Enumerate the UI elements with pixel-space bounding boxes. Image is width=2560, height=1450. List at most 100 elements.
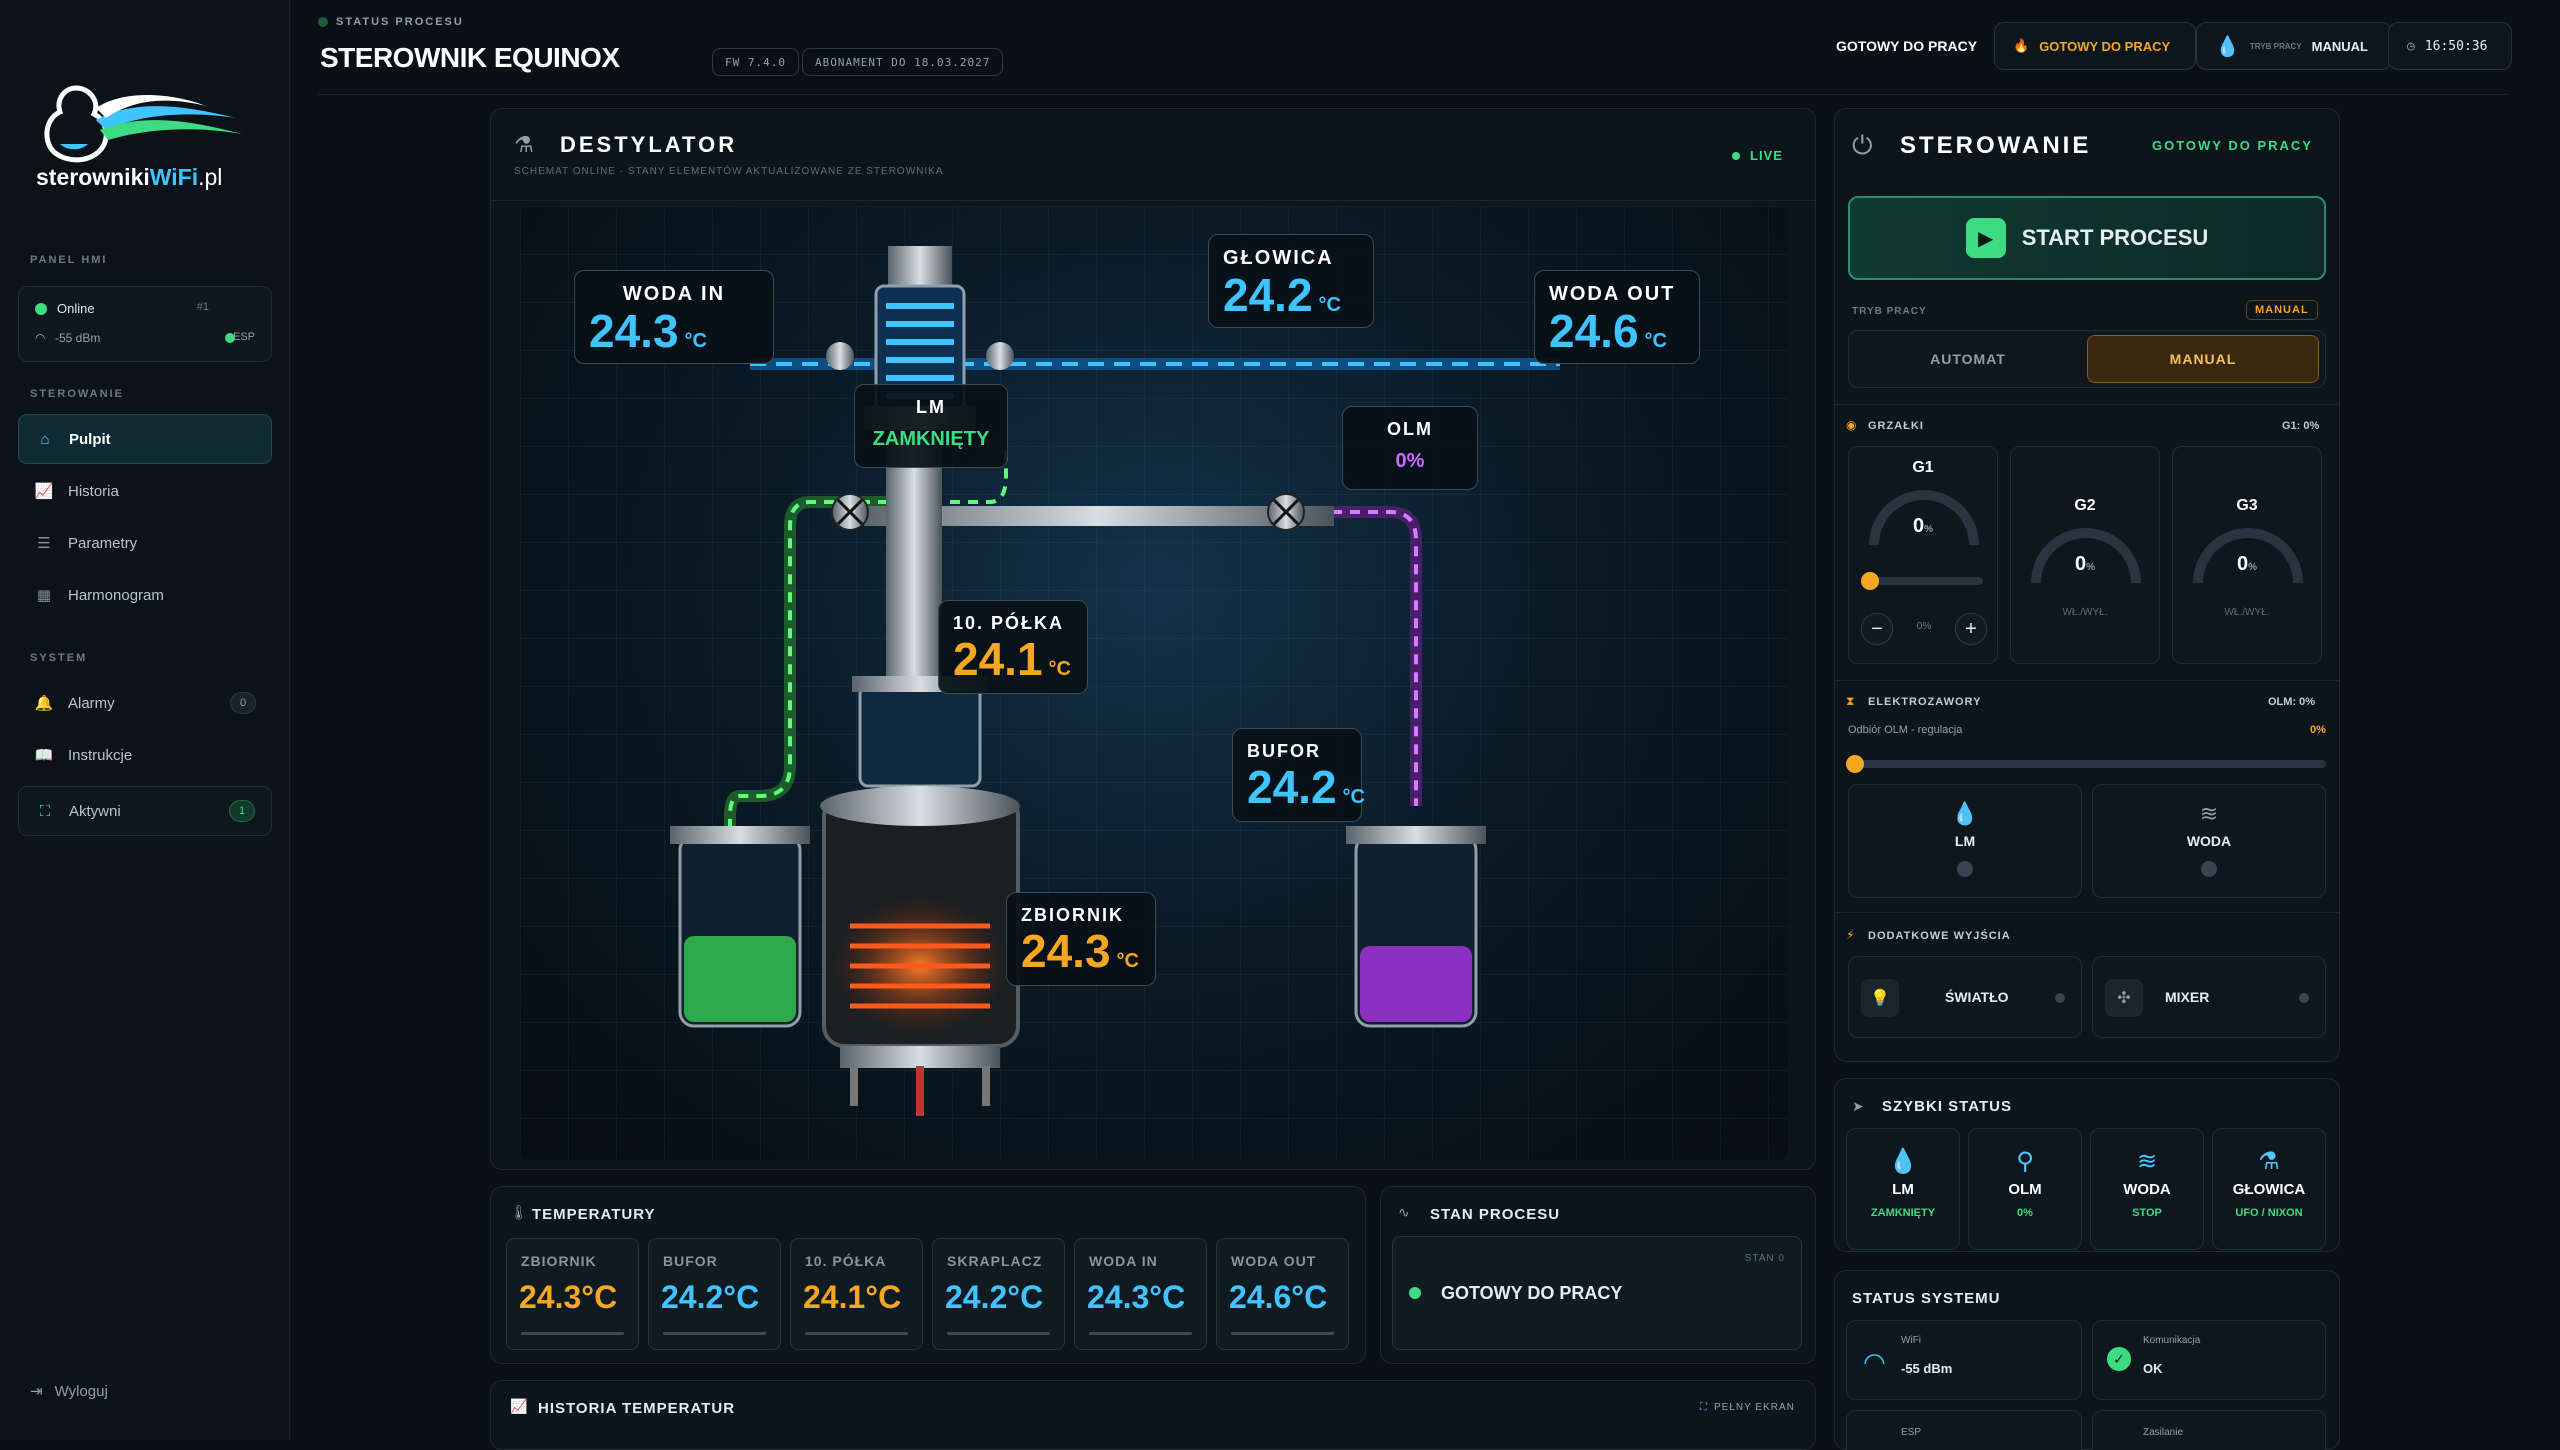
label-zbiornik-value: 24.3 °C	[1021, 925, 1139, 977]
mode-toggle: AUTOMAT MANUAL	[1848, 330, 2326, 388]
label-bufor-value: 24.2 °C	[1247, 761, 1365, 813]
wifi-value: -55 dBm	[1901, 1361, 1953, 1376]
temperature-card-bar	[1231, 1332, 1334, 1335]
heater-g3-value: 0%	[2236, 553, 2258, 575]
quick-status-title: SZYBKI STATUS	[1882, 1098, 2012, 1115]
mode-auto-button[interactable]: AUTOMAT	[1853, 335, 2083, 383]
temperature-card-bar	[1089, 1332, 1192, 1335]
temperature-card-bar	[663, 1332, 766, 1335]
valve-icon: ⧗	[1846, 694, 1855, 708]
nav-label: Aktywni	[69, 802, 121, 820]
nav-instrukcje[interactable]: 📖 Instrukcje	[18, 730, 272, 780]
panel-divider	[490, 200, 1816, 201]
nav-historia[interactable]: 📈 Historia	[18, 466, 272, 516]
nav-label: Instrukcje	[68, 746, 133, 764]
valve-woda-toggle[interactable]: ≋ WODA	[2092, 784, 2326, 898]
panel-hmi-label: PANEL HMI	[30, 254, 108, 266]
quick-status-state: ZAMKNIĘTY	[1870, 1207, 1936, 1219]
output-light-label: ŚWIATŁO	[1945, 989, 2009, 1005]
temperature-card-name: WODA OUT	[1231, 1253, 1317, 1269]
temperature-card-name: 10. PÓŁKA	[805, 1253, 887, 1269]
heater-g2-sub: WŁ./WYŁ.	[2062, 607, 2108, 618]
logout-label: Wyloguj	[54, 1382, 108, 1400]
nav-pulpit[interactable]: ⌂ Pulpit	[18, 414, 272, 464]
valve-lm-toggle[interactable]: 💧 LM	[1848, 784, 2082, 898]
temperature-card: ZBIORNIK 24.3°C	[506, 1238, 639, 1350]
fullscreen-icon: ⛶	[1700, 1402, 1708, 1413]
start-process-label: START PROCESU	[2021, 225, 2209, 250]
divider	[1834, 680, 2340, 681]
page-title: STEROWNIK EQUINOX	[320, 42, 620, 73]
temperature-card-name: ZBIORNIK	[521, 1253, 597, 1269]
heater-g3-card[interactable]: G3 0% WŁ./WYŁ.	[2172, 446, 2322, 664]
heater-g2-name: G2	[2074, 497, 2096, 514]
slider-thumb[interactable]	[1846, 755, 1864, 773]
nav-aktywni[interactable]: ⛶ Aktywni 1	[18, 786, 272, 836]
label-polka: 10. PÓŁKA 24.1 °C	[938, 600, 1088, 694]
label-woda-in-value: 24.3 °C	[589, 305, 707, 357]
olm-slider[interactable]	[1846, 755, 2326, 773]
control-section-label: STEROWANIE	[30, 388, 124, 400]
ready-text: GOTOWY DO PRACY	[1836, 38, 1978, 54]
mode-chip[interactable]: 💧 TRYB PRACY MANUAL	[2196, 22, 2392, 70]
nav-alarmy[interactable]: 🔔 Alarmy 0	[18, 678, 272, 728]
temperature-card: 10. PÓŁKA 24.1°C	[790, 1238, 923, 1350]
nav-parametry[interactable]: ☰ Parametry	[18, 518, 272, 568]
fullscreen-button[interactable]: ⛶ PEŁNY EKRAN	[1700, 1402, 1795, 1413]
logout-link[interactable]: ⇥ Wyloguj	[30, 1382, 108, 1401]
send-icon: ➤	[1852, 1098, 1864, 1114]
drop-icon: 💧	[1888, 1148, 1918, 1175]
distiller-schematic: WODA IN 24.3 °C GŁOWICA 24.2 °C WODA OUT 2…	[520, 206, 1788, 1160]
flask-icon: ⚗	[2258, 1148, 2280, 1175]
waves-icon: ≋	[2199, 801, 2219, 826]
output-mixer-toggle[interactable]: ✣ MIXER	[2092, 956, 2326, 1038]
temperature-card-bar	[947, 1332, 1050, 1335]
temperature-card-value: 24.2°C	[661, 1279, 760, 1315]
temperature-card-bar	[805, 1332, 908, 1335]
temperature-card-name: SKRAPLACZ	[947, 1253, 1043, 1269]
nav-harmonogram[interactable]: ▦ Harmonogram	[18, 570, 272, 620]
wifi-status-card: ◠ WiFi -55 dBm	[1846, 1320, 2082, 1400]
nav-label: Alarmy	[68, 694, 115, 712]
wifi-icon: ◠	[1863, 1347, 1886, 1377]
heater-g1-slider[interactable]	[1861, 572, 1983, 590]
home-icon: ⌂	[40, 430, 50, 448]
label-woda-in: WODA IN 24.3 °C	[574, 270, 774, 364]
label-polka-value: 24.1 °C	[953, 633, 1071, 685]
destylator-subtitle: SCHEMAT ONLINE · STANY ELEMENTÓW AKTUALI…	[514, 166, 944, 177]
label-lm-value: ZAMKNIĘTY	[872, 428, 990, 450]
start-process-button[interactable]: ▶ START PROCESU	[1848, 196, 2326, 280]
nav-label: Pulpit	[69, 430, 111, 448]
valve-lm-indicator	[1957, 861, 1973, 877]
wifi-icon: ◠	[35, 331, 46, 345]
brand-logo-text: sterownikiWiFi.pl	[36, 164, 223, 190]
temperature-card-bar	[521, 1332, 624, 1335]
slider-thumb[interactable]	[1861, 572, 1879, 590]
bolt-icon: ⚡	[1846, 928, 1855, 942]
chart-line-icon: 📈	[510, 1398, 528, 1414]
label-woda-out-title: WODA OUT	[1549, 283, 1676, 305]
device-id: #1	[196, 301, 209, 313]
ready-status-chip: 🔥 GOTOWY DO PRACY	[1994, 22, 2196, 70]
label-lm-title: LM	[916, 397, 946, 417]
chart-icon: 📈	[34, 483, 54, 500]
mode-manual-button[interactable]: MANUAL	[2087, 335, 2319, 383]
output-light-toggle[interactable]: 💡 ŚWIATŁO	[1848, 956, 2082, 1038]
heaters-summary: G1: 0%	[2282, 420, 2320, 432]
nav-label: Historia	[68, 482, 119, 500]
bulb-icon: 💡	[1861, 979, 1899, 1017]
process-stage: STAN 0	[1744, 1253, 1785, 1264]
heater-g2-card[interactable]: G2 0% WŁ./WYŁ.	[2010, 446, 2160, 664]
valve-woda-indicator	[2201, 861, 2217, 877]
label-glowica-title: GŁOWICA	[1223, 247, 1334, 269]
power-status-card: Zasilanie	[2092, 1410, 2326, 1450]
heater-g1-value: 0%	[1912, 515, 1934, 537]
history-title: HISTORIA TEMPERATUR	[538, 1400, 736, 1417]
label-woda-out: WODA OUT 24.6 °C	[1534, 270, 1700, 364]
mode-label: TRYB PRACY	[1852, 306, 1927, 317]
play-icon: ▶	[1965, 218, 2006, 258]
heater-g1-increase-button[interactable]: +	[1955, 613, 1987, 645]
calendar-icon: ▦	[36, 587, 52, 604]
process-state-dot	[1409, 1287, 1421, 1299]
kicker-dot	[318, 17, 328, 27]
